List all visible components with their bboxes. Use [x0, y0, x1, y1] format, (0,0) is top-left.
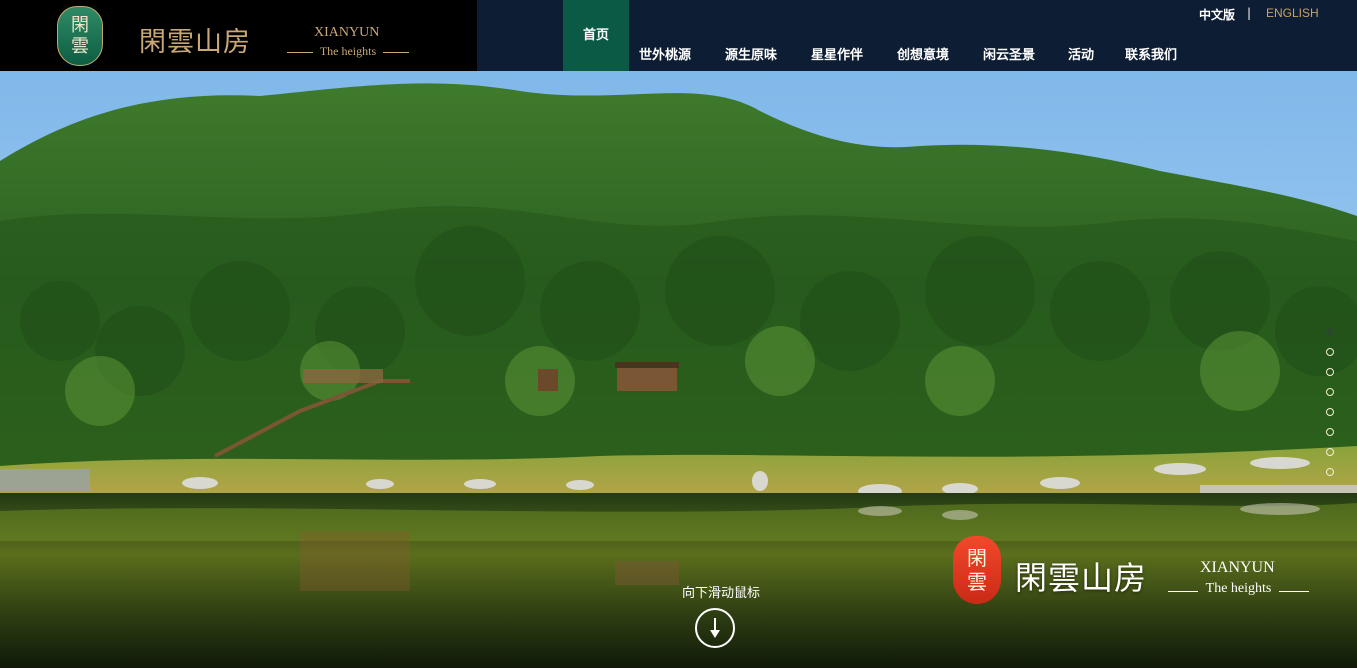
slide-dot-8[interactable] [1326, 468, 1334, 476]
watermark-seal: 閑 雲 [953, 536, 1001, 604]
watermark-tagline: The heights [1168, 581, 1309, 597]
nav-item-yuansheng-yuanwei[interactable]: 源生原味 [725, 44, 777, 63]
watermark-seal-char-2: 雲 [967, 570, 987, 594]
slide-dot-1[interactable] [1326, 328, 1334, 336]
hero-landscape-image [0, 71, 1357, 668]
site-header: 閑 雲 閑雲山房 XIANYUN The heights 中文版 | ENGLI… [0, 0, 1357, 75]
logo-seal[interactable]: 閑 雲 [57, 6, 103, 66]
brand-name-cn[interactable]: 閑雲山房 [139, 20, 251, 59]
nav-item-activities[interactable]: 活动 [1068, 44, 1094, 63]
watermark-seal-char-1: 閑 [967, 546, 987, 570]
nav-item-home[interactable]: 首页 [563, 0, 629, 71]
nav-item-xianyun-shengjing[interactable]: 闲云圣景 [983, 44, 1035, 63]
scroll-hint-text: 向下滑动鼠标 [681, 586, 760, 601]
slide-dot-4[interactable] [1326, 388, 1334, 396]
nav-item-xingxing-zuoban[interactable]: 星星作伴 [811, 44, 863, 63]
slide-dot-3[interactable] [1326, 368, 1334, 376]
hero-banner [0, 71, 1357, 668]
slide-dot-2[interactable] [1326, 348, 1334, 356]
logo-seal-char-1: 閑 [71, 15, 89, 36]
nav-item-shiwai-taoyuan[interactable]: 世外桃源 [639, 44, 691, 63]
brand-tagline: The heights [287, 44, 409, 59]
logo-seal-char-2: 雲 [71, 36, 89, 57]
scroll-down-button[interactable] [695, 608, 735, 648]
nav-item-chuangxiang-yijing[interactable]: 创想意境 [897, 44, 949, 63]
watermark-name-en: XIANYUN [1200, 559, 1275, 576]
lang-separator: | [1247, 6, 1252, 20]
lang-chinese-link[interactable]: 中文版 [1199, 6, 1235, 23]
brand-name-en: XIANYUN [314, 25, 380, 40]
nav-item-contact[interactable]: 联系我们 [1125, 44, 1177, 63]
slide-dot-6[interactable] [1326, 428, 1334, 436]
watermark-name-cn: 閑雲山房 [1015, 559, 1148, 597]
lang-english-link[interactable]: ENGLISH [1266, 6, 1319, 20]
slide-dot-7[interactable] [1326, 448, 1334, 456]
slide-dot-5[interactable] [1326, 408, 1334, 416]
